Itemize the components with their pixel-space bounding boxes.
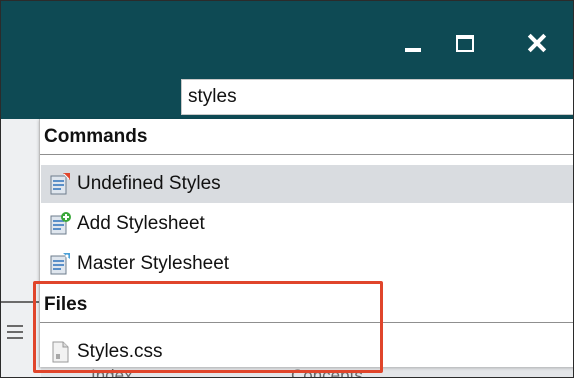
master-stylesheet-icon (50, 253, 70, 275)
close-icon (528, 34, 546, 52)
minimize-button[interactable] (393, 23, 433, 63)
search-input[interactable] (181, 79, 573, 115)
background-divider (1, 301, 41, 303)
close-button[interactable] (517, 23, 557, 63)
result-item-add-stylesheet[interactable]: Add Stylesheet (41, 205, 573, 243)
undefined-styles-icon (50, 173, 70, 195)
minimize-icon (405, 48, 421, 52)
maximize-icon (456, 34, 474, 52)
result-item-label: Add Stylesheet (77, 213, 205, 234)
result-item-master-stylesheet[interactable]: Master Stylesheet (41, 245, 573, 283)
result-item-styles-css[interactable]: Styles.css (41, 333, 573, 371)
section-header-files: Files (40, 287, 573, 323)
result-item-label: Undefined Styles (77, 173, 221, 194)
result-item-label: Master Stylesheet (77, 253, 230, 274)
result-item-label: Styles.css (77, 341, 163, 362)
section-header-commands: Commands (40, 119, 573, 155)
result-item-undefined-styles[interactable]: Undefined Styles (41, 165, 573, 203)
search-results-dropdown: Commands Undefined Styles Add Stylesheet… (39, 119, 573, 367)
maximize-button[interactable] (445, 23, 485, 63)
add-stylesheet-icon (50, 212, 71, 235)
hamburger-menu-icon[interactable] (7, 325, 23, 343)
css-file-icon (52, 341, 69, 363)
app-window: Index Concepts Commands Undefined Styles (0, 0, 574, 378)
